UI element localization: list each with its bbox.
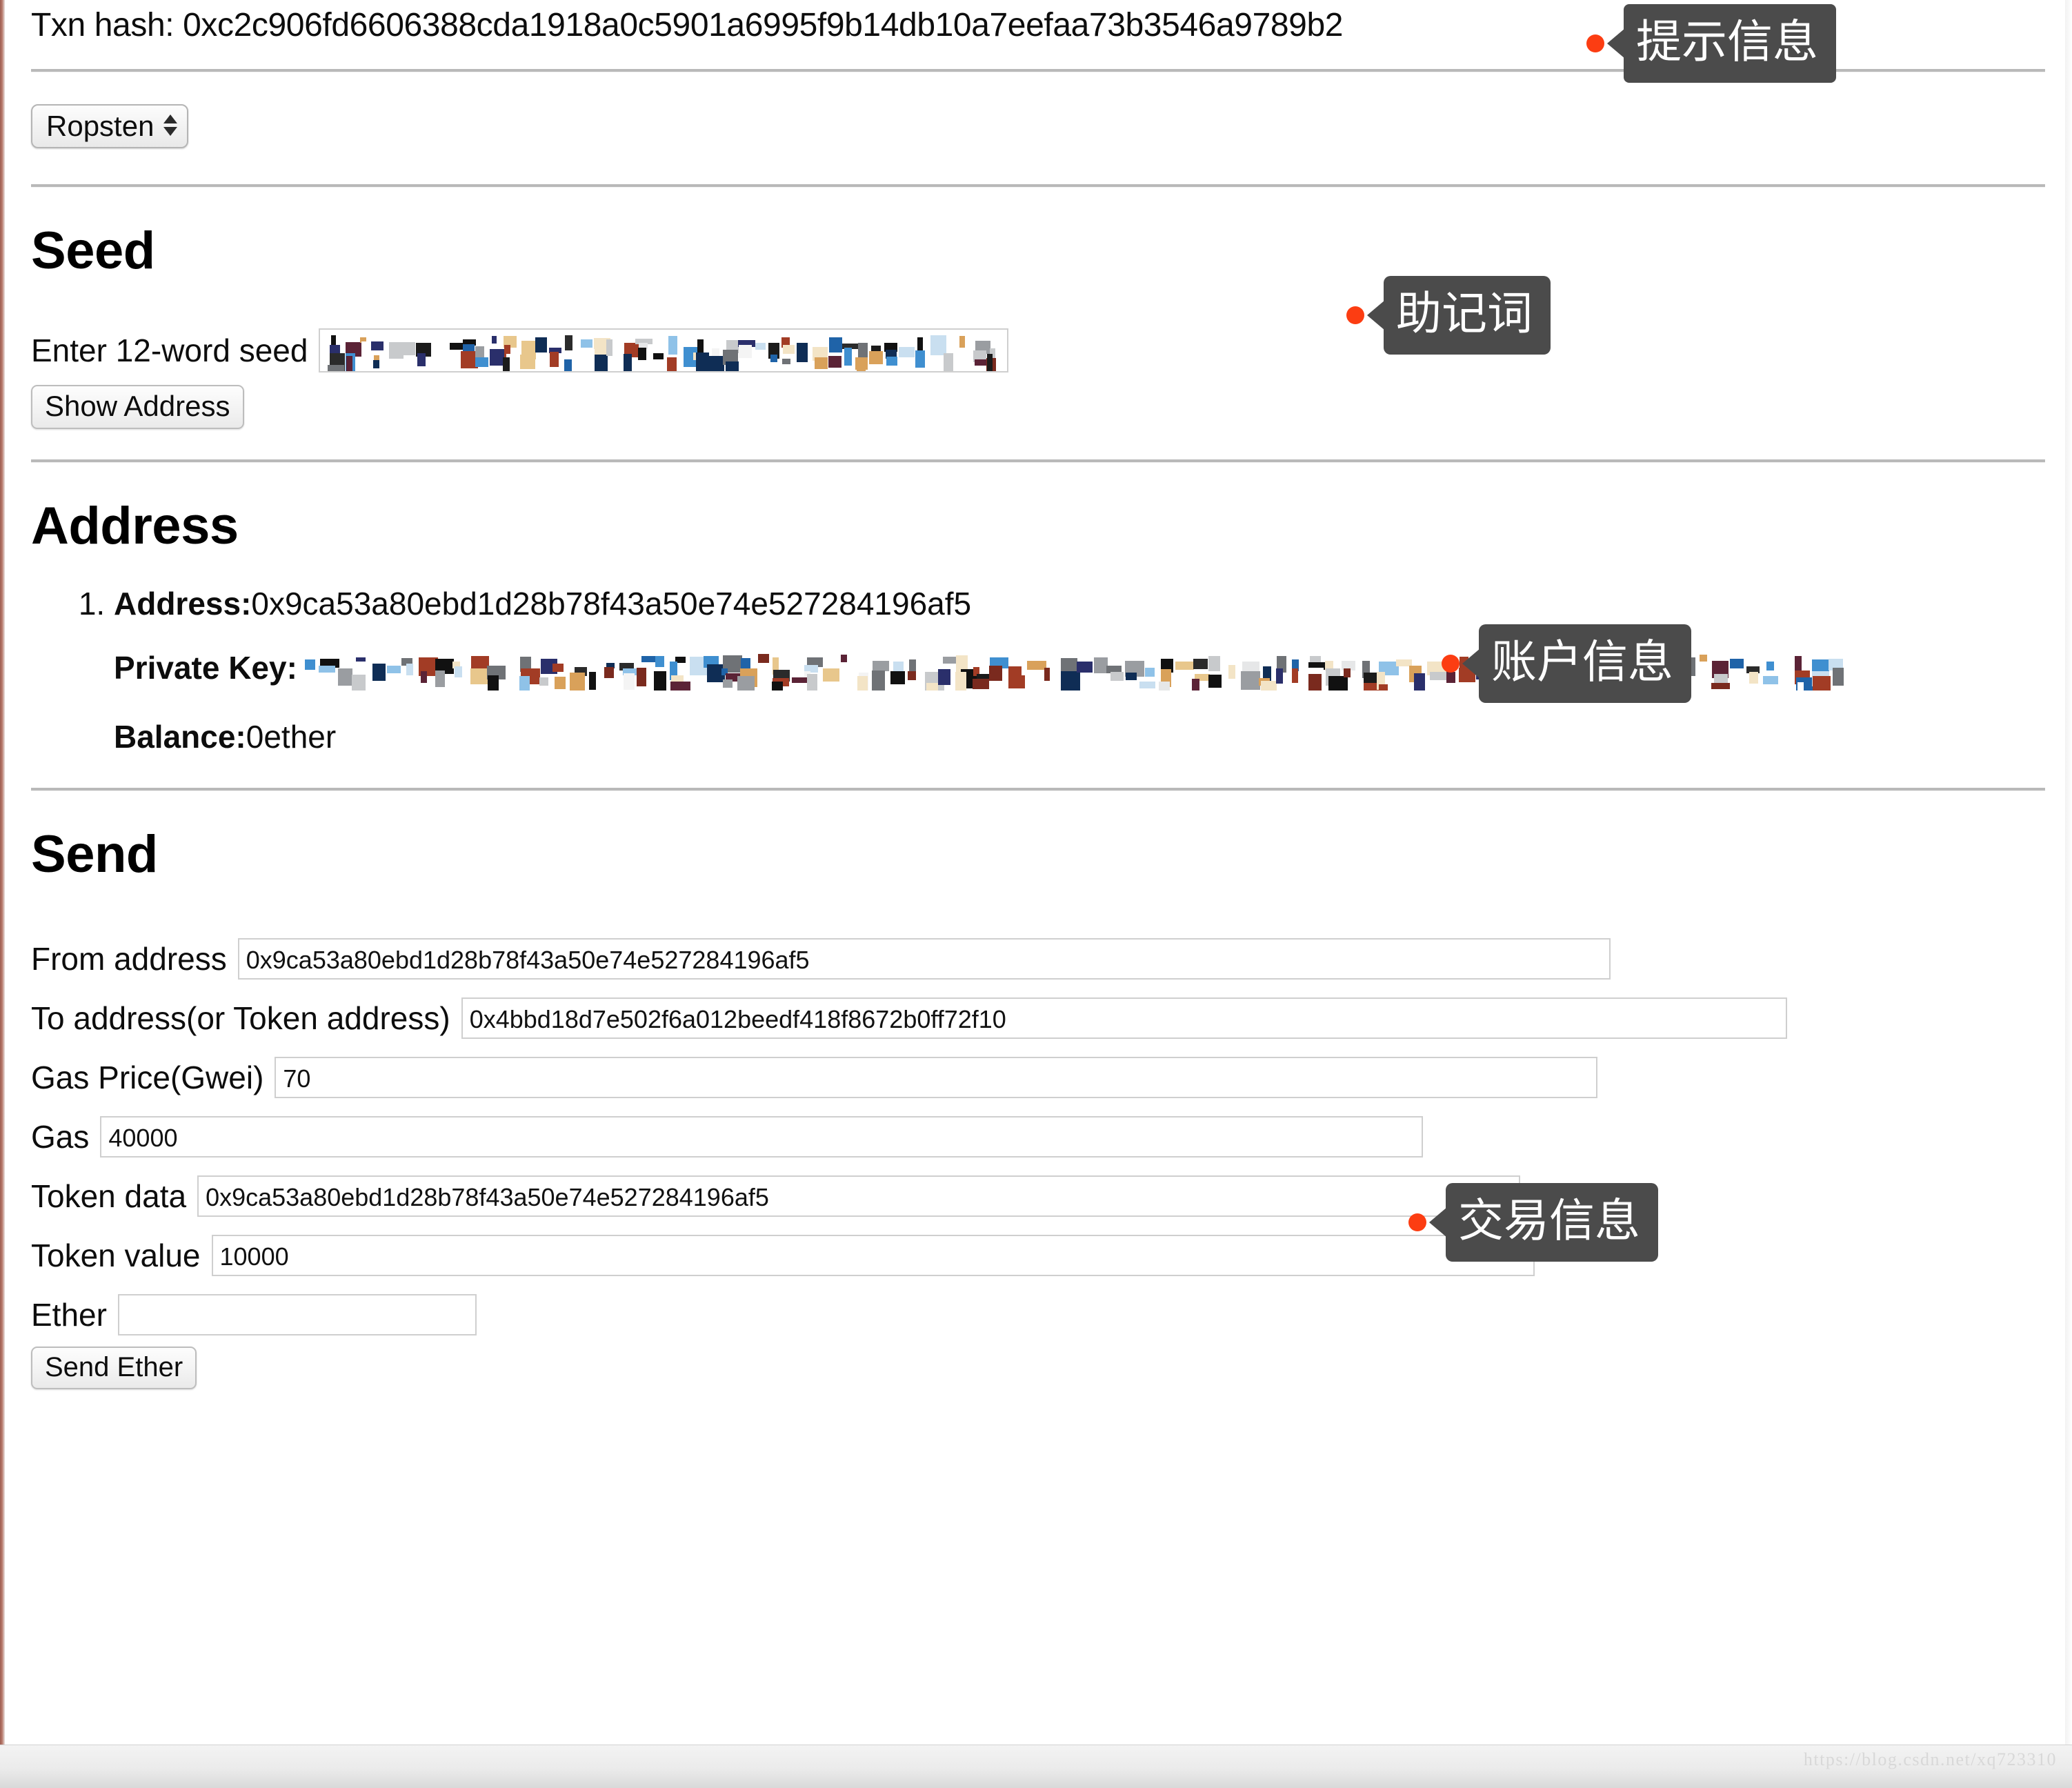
callout-arrow-icon — [1462, 648, 1480, 679]
seed-input-label: Enter 12-word seed — [31, 332, 308, 368]
token-value-input[interactable]: 10000 — [211, 1235, 1535, 1277]
gas-price-input[interactable]: 70 — [275, 1057, 1598, 1099]
ether-input[interactable] — [117, 1294, 477, 1336]
field-row-gas-price: Gas Price(Gwei) 70 — [31, 1057, 2046, 1099]
token-data-input[interactable]: 0x9ca53a80ebd1d28b78f43a50e74e527284196a… — [197, 1175, 1521, 1218]
callout-arrow-icon — [1429, 1206, 1447, 1238]
seed-input[interactable] — [319, 328, 1009, 372]
callout-dot-icon — [1442, 654, 1460, 673]
ether-label: Ether — [31, 1297, 107, 1333]
address-label: Address: — [114, 586, 252, 622]
address-list-item: Address:0x9ca53a80ebd1d28b78f43a50e74e52… — [114, 585, 2046, 754]
field-row-token-value: Token value 10000 — [31, 1235, 2046, 1277]
callout-dot-icon — [1408, 1213, 1426, 1231]
send-section-title: Send — [31, 824, 158, 884]
balance-label: Balance: — [114, 719, 246, 755]
balance-value: 0ether — [246, 719, 337, 755]
callout-account: 账户信息 — [1442, 624, 1691, 703]
window-left-edge — [0, 0, 5, 1745]
field-row-to-address: To address(or Token address) 0x4bbd18d7e… — [31, 997, 2046, 1040]
callout-transaction-text: 交易信息 — [1446, 1183, 1658, 1262]
callout-dot-icon — [1346, 306, 1364, 324]
divider-send — [31, 787, 2045, 791]
address-section-title: Address — [31, 496, 239, 555]
gas-input[interactable]: 40000 — [100, 1116, 1424, 1158]
address-line: Address:0x9ca53a80ebd1d28b78f43a50e74e52… — [114, 586, 2046, 622]
callout-arrow-icon — [1607, 28, 1625, 59]
callout-hint-text: 提示信息 — [1624, 4, 1836, 83]
address-list: Address:0x9ca53a80ebd1d28b78f43a50e74e52… — [31, 585, 2046, 754]
network-select-value: Ropsten — [46, 109, 155, 142]
page-content: Txn hash: 0xc2c906fd6606388cda1918a0c590… — [5, 0, 2060, 1390]
balance-line: Balance:0ether — [114, 719, 2046, 755]
divider-seed — [31, 183, 2045, 188]
callout-seed-text: 助记词 — [1384, 276, 1551, 355]
address-value: 0x9ca53a80ebd1d28b78f43a50e74e527284196a… — [251, 586, 972, 622]
token-data-label: Token data — [31, 1178, 187, 1215]
callout-hint: 提示信息 — [1586, 4, 1836, 83]
callout-dot-icon — [1586, 34, 1604, 52]
window-right-edge — [2065, 0, 2072, 1788]
callout-arrow-icon — [1367, 299, 1385, 330]
network-select[interactable]: Ropsten — [31, 103, 189, 148]
callout-seed: 助记词 — [1346, 276, 1551, 355]
from-address-label: From address — [31, 941, 227, 977]
gas-price-label: Gas Price(Gwei) — [31, 1060, 264, 1096]
token-value-label: Token value — [31, 1238, 201, 1274]
chevron-updown-icon — [163, 115, 178, 137]
to-address-label: To address(or Token address) — [31, 1000, 450, 1037]
to-address-input[interactable]: 0x4bbd18d7e502f6a012beedf418f8672b0ff72f… — [461, 997, 1787, 1040]
callout-transaction: 交易信息 — [1408, 1183, 1658, 1262]
from-address-input[interactable]: 0x9ca53a80ebd1d28b78f43a50e74e527284196a… — [237, 938, 1611, 980]
browser-window: Txn hash: 0xc2c906fd6606388cda1918a0c590… — [0, 0, 2072, 1788]
redacted-seed-value — [327, 332, 1000, 371]
field-row-gas: Gas 40000 — [31, 1116, 2046, 1158]
seed-section-title: Seed — [31, 221, 155, 280]
watermark: https://blog.csdn.net/xq723310 — [1803, 1749, 2057, 1769]
field-row-token-data: Token data 0x9ca53a80ebd1d28b78f43a50e74… — [31, 1175, 2046, 1218]
field-row-from-address: From address 0x9ca53a80ebd1d28b78f43a50e… — [31, 938, 2046, 980]
callout-account-text: 账户信息 — [1479, 624, 1691, 703]
private-key-label: Private Key: — [114, 650, 297, 686]
window-bottom-edge — [0, 1745, 2072, 1788]
gas-label: Gas — [31, 1119, 90, 1155]
field-row-ether: Ether — [31, 1294, 2046, 1336]
send-ether-button[interactable]: Send Ether — [31, 1347, 197, 1390]
show-address-button[interactable]: Show Address — [31, 384, 244, 429]
private-key-line: Private Key: — [114, 650, 2046, 691]
divider-address — [31, 459, 2045, 463]
